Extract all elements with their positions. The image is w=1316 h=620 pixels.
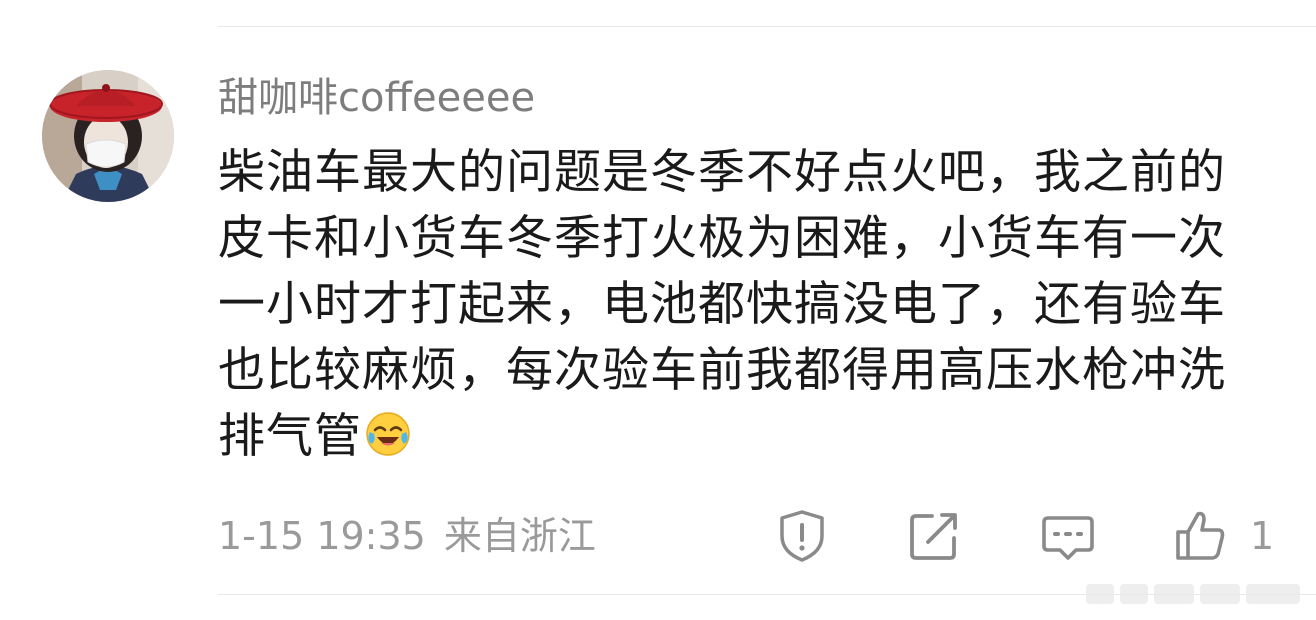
like-count: 1 <box>1250 514 1275 558</box>
share-icon <box>910 513 957 560</box>
share-button[interactable] <box>906 508 962 564</box>
like-button[interactable] <box>1172 508 1228 564</box>
avatar[interactable] <box>42 70 174 202</box>
thumbs-up-icon <box>1176 511 1225 560</box>
location: 来自浙江 <box>443 514 596 558</box>
timestamp: 1-15 19:35 <box>218 514 426 558</box>
username[interactable]: 甜咖啡coffeeeee <box>218 72 535 124</box>
bottom-divider <box>218 594 1316 595</box>
reply-button[interactable] <box>1040 508 1096 564</box>
comment-text: 柴油车最大的问题是冬季不好点火吧，我之前的皮卡和小货车冬季打火极为困难，小货车有… <box>218 140 1238 470</box>
top-divider <box>218 26 1316 27</box>
laughing-crying-emoji-icon <box>366 412 410 456</box>
report-button[interactable] <box>774 508 830 564</box>
report-icon <box>780 510 824 562</box>
comment-meta: 1-15 19:35 来自浙江 <box>218 512 596 560</box>
reply-icon <box>1042 516 1094 560</box>
